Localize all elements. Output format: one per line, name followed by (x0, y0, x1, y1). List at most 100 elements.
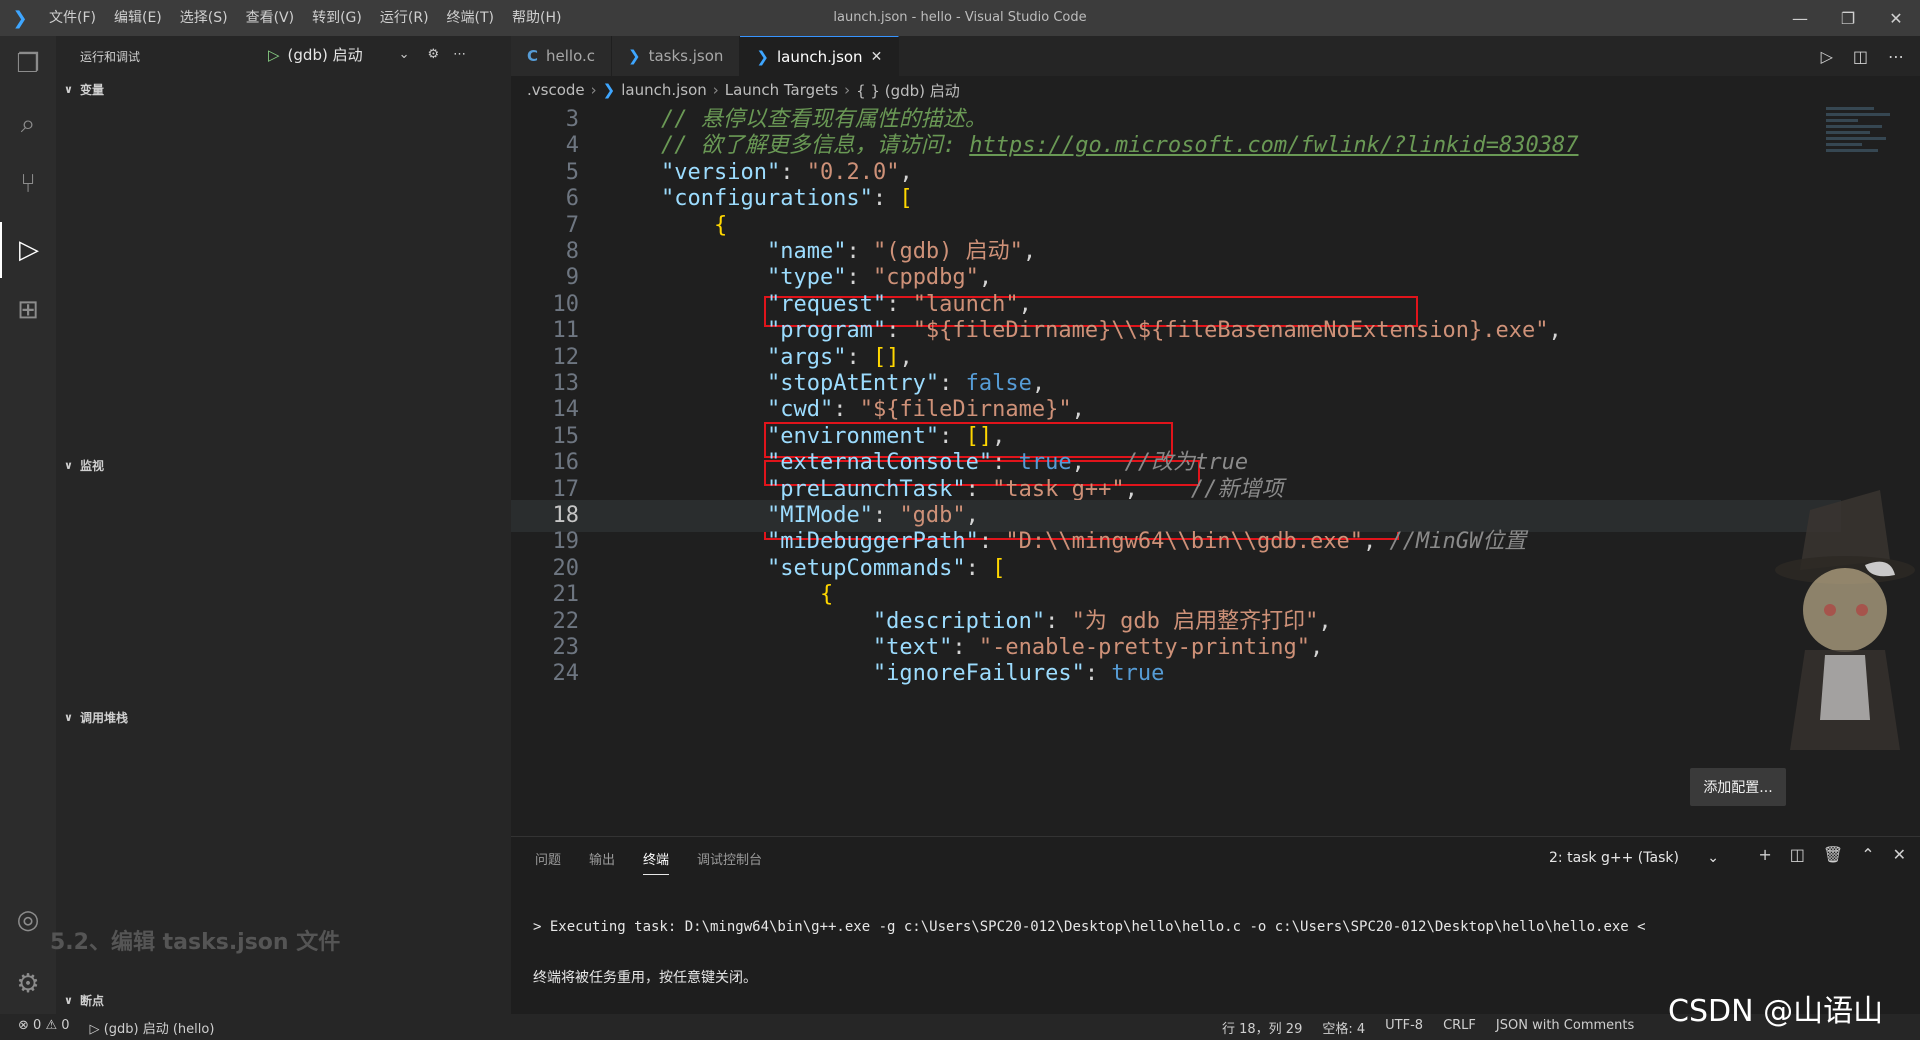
status-left: ⊗ 0 ⚠ 0 ▷ (gdb) 启动 (hello) (18, 1018, 214, 1037)
error-count: 0 (33, 1017, 42, 1033)
tab-terminal[interactable]: 终端 (643, 849, 670, 875)
debug-toolbar: ▷ (gdb) 启动 ⌄ ⚙ ⋯ (268, 44, 466, 65)
close-tab-icon[interactable]: ✕ (871, 49, 883, 65)
settings-gear-icon[interactable]: ⚙ (0, 956, 56, 1012)
panel-actions: + ◫ 🗑 ⌃ ✕ (1758, 845, 1906, 864)
trash-icon[interactable]: 🗑 (1823, 845, 1843, 864)
code-token: "cppdbg" (872, 265, 979, 291)
chevron-down-icon: ∨ (64, 458, 73, 472)
code-token[interactable]: https://go.microsoft.com/fwlink/?linkid=… (969, 133, 1578, 158)
menu-item[interactable]: 转到(G) (303, 0, 371, 36)
menu-item[interactable]: 文件(F) (40, 0, 105, 36)
code-token: , (1318, 608, 1332, 634)
maximize-panel-icon[interactable]: ⌃ (1861, 845, 1874, 864)
code-line[interactable]: 24 "ignoreFailures": true (511, 658, 1841, 690)
chevron-down-icon: ∨ (64, 710, 73, 724)
breakpoints-section[interactable]: ∨ 断点 (56, 989, 511, 1011)
chevron-down-icon[interactable]: ⌄ (399, 47, 410, 62)
more-actions-icon[interactable]: ⋯ (1888, 47, 1904, 66)
breadcrumb-item[interactable]: launch.json (621, 81, 707, 99)
code-token: : (1084, 661, 1112, 687)
line-ending[interactable]: CRLF (1443, 1018, 1476, 1037)
language-mode[interactable]: JSON with Comments (1496, 1018, 1634, 1037)
code-token: , (1363, 529, 1390, 555)
extensions-icon[interactable]: ⊞ (0, 282, 56, 338)
watch-section[interactable]: ∨ 监视 (56, 454, 511, 476)
menu-item[interactable]: 查看(V) (237, 0, 304, 36)
search-icon[interactable]: ⌕ (0, 96, 56, 152)
terminal-select[interactable]: 2: task g++ (Task) ⌄ (1541, 845, 1727, 871)
line-number: 24 (552, 661, 580, 687)
start-debugging-icon[interactable]: ▷ (268, 46, 280, 64)
code-token: //改为true (1124, 450, 1249, 476)
code-editor[interactable]: 3// 悬停以查看现有属性的描述。 4// 欲了解更多信息，请访问: https:… (511, 104, 1920, 836)
explorer-icon[interactable]: ❐ (0, 36, 56, 92)
tab-launch-json[interactable]: ❯ launch.json ✕ (740, 36, 900, 76)
account-icon[interactable]: ◎ (0, 892, 56, 948)
code-token: : (952, 635, 979, 660)
problems-status[interactable]: ⊗ 0 ⚠ 0 (18, 1018, 70, 1037)
code-token: "task g++" (992, 476, 1125, 502)
debug-config-select[interactable]: (gdb) 启动 (288, 44, 363, 65)
menu-item[interactable]: 运行(R) (371, 0, 438, 36)
tab-output[interactable]: 输出 (589, 849, 615, 868)
callstack-section[interactable]: ∨ 调用堆栈 (56, 706, 511, 728)
close-panel-icon[interactable]: ✕ (1893, 845, 1906, 864)
run-debug-icon[interactable]: ▷ (0, 222, 56, 278)
minimize-icon[interactable]: — (1776, 0, 1824, 36)
code-token: "configurations" (661, 186, 873, 212)
code-token: [ (992, 555, 1006, 581)
source-control-icon[interactable]: ⑂ (0, 156, 56, 212)
menu-item[interactable]: 编辑(E) (105, 0, 171, 36)
close-icon[interactable]: ✕ (1872, 0, 1920, 36)
code-token: //MinGW位置 (1389, 529, 1527, 555)
indentation[interactable]: 空格: 4 (1322, 1018, 1365, 1037)
split-editor-icon[interactable]: ◫ (1853, 47, 1868, 66)
gear-icon[interactable]: ⚙ (428, 47, 440, 62)
section-label: 监视 (80, 458, 105, 473)
terminal-select-label: 2: task g++ (Task) (1549, 850, 1679, 866)
tab-label: launch.json (777, 47, 863, 66)
tab-problems[interactable]: 问题 (535, 849, 561, 868)
variables-section[interactable]: ∨ 变量 (56, 78, 511, 100)
terminal-output-line: 终端将被任务重用，按任意键关闭。 (533, 970, 757, 986)
run-icon[interactable]: ▷ (1821, 47, 1833, 66)
breadcrumb-item[interactable]: .vscode (527, 81, 585, 99)
split-terminal-icon[interactable]: ◫ (1790, 845, 1805, 864)
tab-hello-c[interactable]: Chello.c (511, 36, 613, 76)
menu-item[interactable]: 终端(T) (438, 0, 503, 36)
code-token: "为 gdb 启用整齐打印" (1071, 608, 1319, 634)
menu-item[interactable]: 选择(S) (171, 0, 237, 36)
background-heading: 5.2、编辑 tasks.json 文件 (50, 930, 341, 955)
activity-bar: ❐ ⌕ ⑂ ▷ ⊞ ◎ ⚙ (0, 36, 56, 1014)
breadcrumb-item[interactable]: Launch Targets (725, 81, 838, 99)
breadcrumb-item[interactable]: { } (gdb) 启动 (856, 80, 960, 101)
restore-icon[interactable]: ❐ (1824, 0, 1872, 36)
menu-item[interactable]: 帮助(H) (503, 0, 570, 36)
new-terminal-icon[interactable]: + (1758, 845, 1771, 864)
code-token: , (1022, 239, 1037, 264)
code-token: , (899, 159, 913, 185)
debug-config-status[interactable]: ▷ (gdb) 启动 (hello) (90, 1018, 215, 1037)
more-actions-icon[interactable]: ⋯ (453, 47, 466, 62)
code-token: , (1031, 371, 1046, 396)
code-token: // 悬停以查看现有属性的描述。 (661, 107, 987, 132)
cursor-position[interactable]: 行 18，列 29 (1222, 1018, 1302, 1037)
code-token: "preLaunchTask" (766, 476, 966, 502)
code-token: "text" (872, 635, 953, 660)
tab-debug-console[interactable]: 调试控制台 (697, 849, 762, 868)
status-right: 行 18，列 29 空格: 4 UTF-8 CRLF JSON with Com… (1222, 1018, 1634, 1037)
encoding[interactable]: UTF-8 (1385, 1018, 1423, 1037)
code-token: , (1071, 397, 1085, 423)
code-token: { (713, 212, 728, 238)
chevron-right-icon: › (712, 81, 719, 99)
tab-tasks-json[interactable]: ❯ tasks.json (612, 36, 741, 76)
